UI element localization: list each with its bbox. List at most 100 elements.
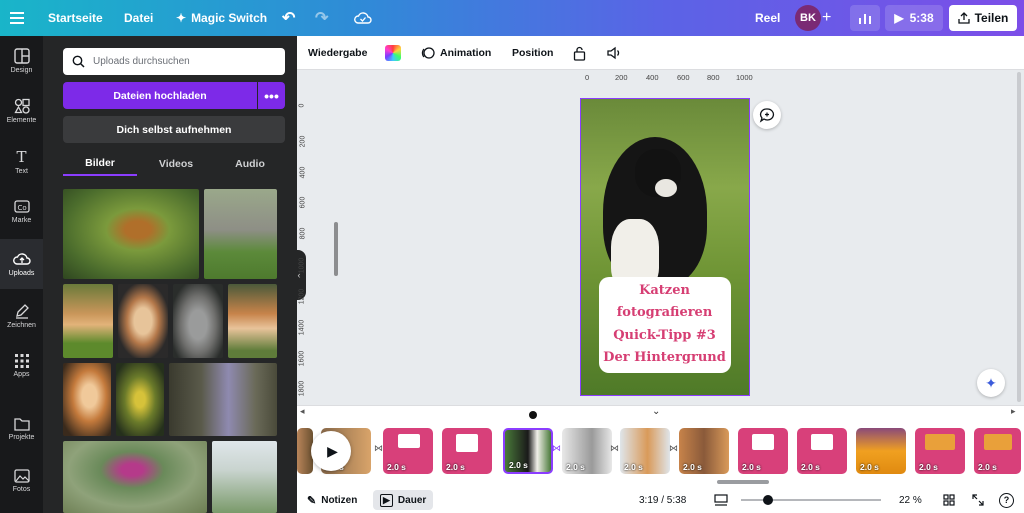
caption-line[interactable]: Katzen bbox=[581, 283, 748, 298]
avatar[interactable]: BK bbox=[795, 0, 821, 36]
upload-thumbnail[interactable] bbox=[63, 189, 199, 279]
magic-assistant-button[interactable]: ✦ bbox=[977, 369, 1005, 397]
zoom-level[interactable]: 22 % bbox=[899, 487, 922, 513]
playhead-marker[interactable] bbox=[529, 411, 537, 419]
caption-line[interactable]: fotografieren bbox=[581, 305, 748, 320]
timeline-collapse-chevron[interactable]: ⌄ bbox=[652, 406, 660, 417]
rail-item-text[interactable]: T Text bbox=[0, 136, 43, 186]
volume-button[interactable] bbox=[607, 36, 622, 70]
rail-label: Design bbox=[10, 67, 33, 74]
record-yourself-button[interactable]: Dich selbst aufnehmen bbox=[63, 116, 285, 143]
rail-item-design[interactable]: Design bbox=[0, 36, 43, 86]
timeline-clip-selected[interactable]: 2.0 s bbox=[503, 428, 553, 474]
redo-button[interactable]: ↷ bbox=[315, 0, 328, 36]
timeline-clip[interactable]: 2.0 s bbox=[679, 428, 729, 474]
search-box[interactable]: Uploads durchsuchen bbox=[63, 48, 285, 75]
notes-icon: ✎ bbox=[307, 494, 317, 507]
timeline-clip[interactable]: 2.0 s bbox=[974, 428, 1021, 474]
transition-icon[interactable]: ⋈ bbox=[374, 443, 383, 454]
timeline-clip[interactable]: 2.0 s bbox=[738, 428, 788, 474]
ruler-tick: 1000 bbox=[736, 73, 753, 82]
upload-thumbnail[interactable] bbox=[204, 189, 277, 279]
ruler-tick: 0 bbox=[298, 103, 306, 108]
bar-chart-icon bbox=[859, 14, 871, 24]
cloud-check-icon bbox=[354, 12, 372, 24]
lock-button[interactable] bbox=[573, 36, 586, 70]
upload-thumbnail[interactable] bbox=[169, 363, 277, 436]
rail-item-elements[interactable]: Elemente bbox=[0, 86, 43, 136]
page-view-button[interactable] bbox=[714, 487, 728, 513]
timeline-clip[interactable]: 2.0 s bbox=[383, 428, 433, 474]
magic-switch-button[interactable]: ✦ Magic Switch bbox=[176, 0, 267, 36]
timeline-clip[interactable]: 2.0 s bbox=[797, 428, 847, 474]
timeline-clip[interactable]: 2.0 s bbox=[620, 428, 670, 474]
duration-button[interactable]: ▶ Dauer bbox=[373, 490, 434, 510]
comment-button[interactable] bbox=[753, 101, 781, 129]
magic-switch-label: Magic Switch bbox=[191, 11, 268, 25]
design-page[interactable]: Katzen fotografieren Quick-Tipp #3 Der H… bbox=[580, 98, 750, 396]
context-toolbar: Wiedergabe Animation Position bbox=[297, 36, 1024, 70]
add-collaborator-button[interactable]: + bbox=[822, 0, 831, 36]
playback-button[interactable]: Wiedergabe bbox=[308, 36, 367, 70]
timeline-clip[interactable]: 2.0 s bbox=[562, 428, 612, 474]
shapes-icon bbox=[13, 98, 30, 114]
insights-button[interactable] bbox=[850, 5, 880, 31]
timeline-clip[interactable]: 2.0 s bbox=[856, 428, 906, 474]
rail-item-draw[interactable]: Zeichnen bbox=[0, 291, 43, 341]
timeline-scrollbar[interactable] bbox=[717, 480, 769, 484]
duration-label: Dauer bbox=[397, 494, 427, 506]
share-button[interactable]: Teilen bbox=[949, 5, 1017, 31]
canvas-scrollbar[interactable] bbox=[1017, 72, 1021, 402]
color-button[interactable] bbox=[385, 36, 401, 70]
file-menu[interactable]: Datei bbox=[124, 0, 153, 36]
tab-videos[interactable]: Videos bbox=[139, 152, 213, 176]
transition-icon[interactable]: ⋈ bbox=[669, 443, 678, 454]
rail-item-projects[interactable]: Projekte bbox=[0, 404, 43, 454]
upload-thumbnail[interactable] bbox=[212, 441, 277, 513]
menu-button[interactable] bbox=[10, 0, 24, 36]
fullscreen-button[interactable] bbox=[972, 487, 984, 513]
upload-thumbnail[interactable] bbox=[116, 363, 164, 436]
avatar-initials: BK bbox=[795, 5, 821, 31]
timeline-play-button[interactable]: ▶ bbox=[311, 431, 351, 471]
upload-thumbnail[interactable] bbox=[63, 363, 111, 436]
zoom-slider[interactable] bbox=[741, 495, 881, 505]
cloud-save-button[interactable] bbox=[354, 0, 372, 36]
tab-audio[interactable]: Audio bbox=[213, 152, 287, 176]
rail-item-brand[interactable]: Co Marke bbox=[0, 186, 43, 236]
position-button[interactable]: Position bbox=[512, 36, 553, 70]
transition-icon[interactable]: ⋈ bbox=[610, 443, 619, 454]
upload-thumbnail[interactable] bbox=[118, 284, 168, 358]
text-icon: T bbox=[16, 147, 27, 166]
help-button[interactable]: ? bbox=[999, 487, 1014, 513]
grid-view-button[interactable] bbox=[943, 487, 955, 513]
notes-button[interactable]: ✎ Notizen bbox=[307, 487, 357, 513]
upload-thumbnail[interactable] bbox=[228, 284, 277, 358]
upload-thumbnail[interactable] bbox=[63, 284, 113, 358]
timeline-scroll-left[interactable]: ◂ bbox=[300, 406, 305, 417]
home-link[interactable]: Startseite bbox=[48, 0, 103, 36]
panel-scrollbar[interactable] bbox=[334, 222, 338, 276]
rail-item-apps[interactable]: Apps bbox=[0, 341, 43, 391]
transition-icon[interactable]: ⋈ bbox=[552, 443, 561, 454]
undo-button[interactable]: ↶ bbox=[282, 0, 295, 36]
svg-text:Co: Co bbox=[17, 204, 26, 212]
caption-line[interactable]: Der Hintergrund bbox=[581, 350, 748, 365]
upload-thumbnail[interactable] bbox=[173, 284, 223, 358]
timeline-clip[interactable]: 2.0 s bbox=[442, 428, 492, 474]
video-icon: ▶ bbox=[380, 493, 393, 507]
search-input[interactable]: Uploads durchsuchen bbox=[93, 56, 190, 67]
timeline-clip[interactable]: 2.0 s bbox=[915, 428, 965, 474]
upload-files-button[interactable]: Dateien hochladen bbox=[63, 82, 257, 109]
rail-item-photos[interactable]: Fotos bbox=[0, 456, 43, 506]
caption-line[interactable]: Quick-Tipp #3 bbox=[581, 328, 748, 343]
timeline-scroll-right[interactable]: ▸ bbox=[1011, 406, 1016, 417]
upload-more-options-button[interactable]: ••• bbox=[258, 82, 285, 109]
present-button[interactable]: ▶ 5:38 bbox=[885, 5, 943, 31]
animation-button[interactable]: Animation bbox=[421, 36, 491, 70]
rail-item-uploads[interactable]: Uploads bbox=[0, 239, 43, 289]
upload-thumbnail[interactable] bbox=[63, 441, 207, 513]
tab-images[interactable]: Bilder bbox=[63, 152, 137, 176]
folder-icon bbox=[13, 418, 30, 431]
zoom-slider-thumb[interactable] bbox=[763, 495, 773, 505]
